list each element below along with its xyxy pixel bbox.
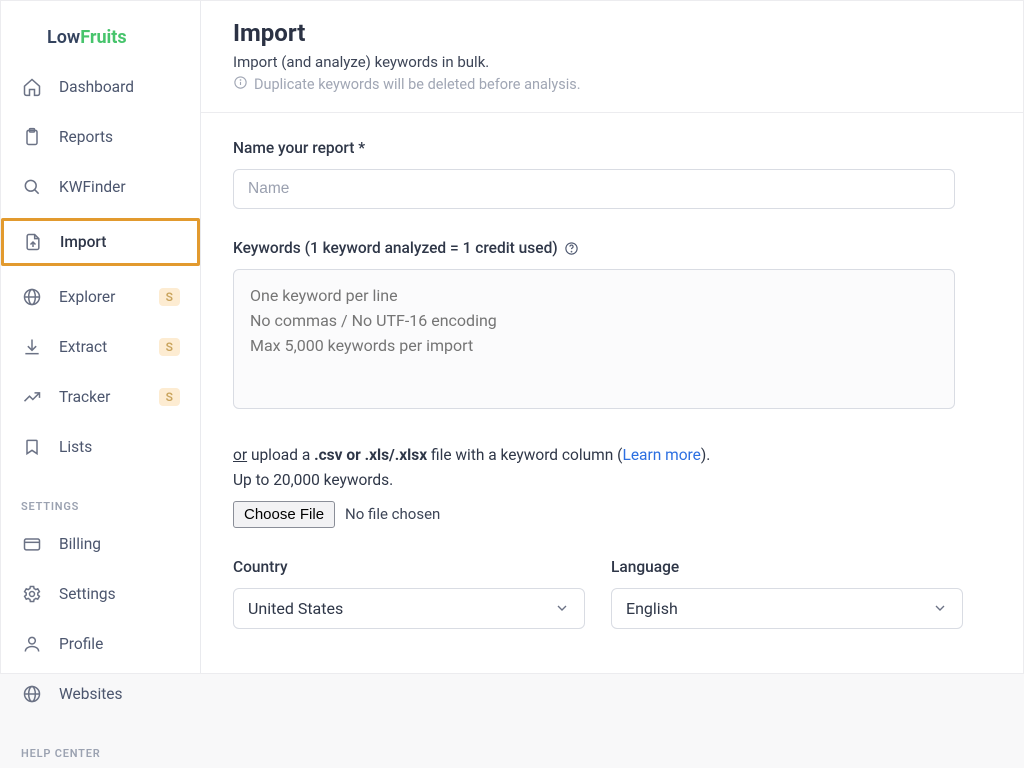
upload-limit: Up to 20,000 keywords. — [233, 468, 991, 493]
file-status: No file chosen — [345, 505, 440, 523]
brand-logo: LowFruits — [1, 19, 200, 64]
name-field-label: Name your report * — [233, 139, 991, 157]
locale-row: Country United States Language English — [233, 558, 991, 629]
sidebar-item-label: Profile — [59, 635, 103, 653]
language-block: Language English — [611, 558, 963, 629]
sidebar-item-label: Reports — [59, 128, 113, 146]
badge: S — [159, 288, 180, 306]
upload-block: or upload a .csv or .xls/.xlsx file with… — [233, 443, 991, 528]
keywords-label-text: Keywords (1 keyword analyzed = 1 credit … — [233, 239, 558, 257]
sidebar-item-tracker[interactable]: Tracker S — [11, 378, 190, 416]
upload-or: or — [233, 446, 247, 464]
file-import-icon — [22, 231, 44, 253]
upload-text3: ). — [701, 446, 710, 464]
name-field-block: Name your report * — [233, 139, 991, 209]
sidebar-item-label: Tracker — [59, 388, 110, 406]
sidebar-item-explorer[interactable]: Explorer S — [11, 278, 190, 316]
settings-section-label: SETTINGS — [1, 486, 200, 521]
keywords-field-block: Keywords (1 keyword analyzed = 1 credit … — [233, 239, 991, 413]
primary-nav: Dashboard Reports KWFinder Import — [1, 64, 200, 478]
sidebar-item-label: Lists — [59, 438, 92, 456]
sidebar-item-label: Dashboard — [59, 78, 134, 96]
sidebar-item-label: Extract — [59, 338, 107, 356]
brand-part1: Low — [47, 27, 80, 48]
form-content: Name your report * Keywords (1 keyword a… — [201, 113, 1023, 629]
language-select[interactable]: English — [611, 588, 963, 629]
file-row: Choose File No file chosen — [233, 501, 991, 528]
help-section-label: HELP CENTER — [1, 733, 200, 768]
trend-icon — [21, 386, 43, 408]
country-label: Country — [233, 558, 585, 576]
page-subtitle: Import (and analyze) keywords in bulk. — [233, 53, 991, 71]
globe-icon — [21, 683, 43, 705]
badge: S — [159, 338, 180, 356]
chevron-down-icon — [554, 600, 570, 616]
main-content: Import Import (and analyze) keywords in … — [201, 1, 1023, 673]
sidebar-item-label: Explorer — [59, 288, 115, 306]
language-label: Language — [611, 558, 963, 576]
sidebar-item-extract[interactable]: Extract S — [11, 328, 190, 366]
sidebar-item-settings[interactable]: Settings — [11, 575, 190, 613]
user-icon — [21, 633, 43, 655]
home-icon — [21, 76, 43, 98]
sidebar-item-kwfinder[interactable]: KWFinder — [11, 168, 190, 206]
sidebar: LowFruits Dashboard Reports KWFinder — [1, 1, 201, 673]
info-icon — [233, 75, 248, 94]
language-value: English — [626, 599, 678, 618]
gear-icon — [21, 583, 43, 605]
sidebar-item-label: Import — [60, 233, 106, 251]
sidebar-item-lists[interactable]: Lists — [11, 428, 190, 466]
sidebar-item-websites[interactable]: Websites — [11, 675, 190, 713]
sidebar-item-label: Billing — [59, 535, 101, 553]
clipboard-icon — [21, 126, 43, 148]
country-value: United States — [248, 599, 343, 618]
keywords-textarea[interactable] — [233, 269, 955, 409]
download-icon — [21, 336, 43, 358]
sidebar-item-import[interactable]: Import — [1, 218, 200, 266]
chevron-down-icon — [932, 600, 948, 616]
bookmark-icon — [21, 436, 43, 458]
country-block: Country United States — [233, 558, 585, 629]
sidebar-item-profile[interactable]: Profile — [11, 625, 190, 663]
page-header: Import Import (and analyze) keywords in … — [201, 1, 1023, 113]
settings-nav: Billing Settings Profile Websites — [1, 521, 200, 725]
country-select[interactable]: United States — [233, 588, 585, 629]
report-name-input[interactable] — [233, 169, 955, 209]
sidebar-item-reports[interactable]: Reports — [11, 118, 190, 156]
sidebar-item-billing[interactable]: Billing — [11, 525, 190, 563]
choose-file-button[interactable]: Choose File — [233, 501, 335, 528]
help-icon[interactable] — [564, 240, 580, 256]
upload-file-types: .csv or .xls/.xlsx — [314, 446, 427, 464]
credit-card-icon — [21, 533, 43, 555]
upload-text2: file with a keyword column ( — [427, 446, 622, 464]
badge: S — [159, 388, 180, 406]
header-note-text: Duplicate keywords will be deleted befor… — [254, 76, 581, 93]
globe-icon — [21, 286, 43, 308]
sidebar-item-label: Settings — [59, 585, 116, 603]
upload-text1: upload a — [247, 446, 314, 464]
search-icon — [21, 176, 43, 198]
upload-instructions: or upload a .csv or .xls/.xlsx file with… — [233, 443, 991, 468]
sidebar-item-dashboard[interactable]: Dashboard — [11, 68, 190, 106]
header-note: Duplicate keywords will be deleted befor… — [233, 75, 991, 94]
brand-part2: Fruits — [80, 27, 126, 48]
sidebar-item-label: Websites — [59, 685, 123, 703]
learn-more-link[interactable]: Learn more — [622, 446, 700, 464]
keywords-field-label: Keywords (1 keyword analyzed = 1 credit … — [233, 239, 991, 257]
page-title: Import — [233, 19, 991, 47]
sidebar-item-label: KWFinder — [59, 178, 126, 196]
